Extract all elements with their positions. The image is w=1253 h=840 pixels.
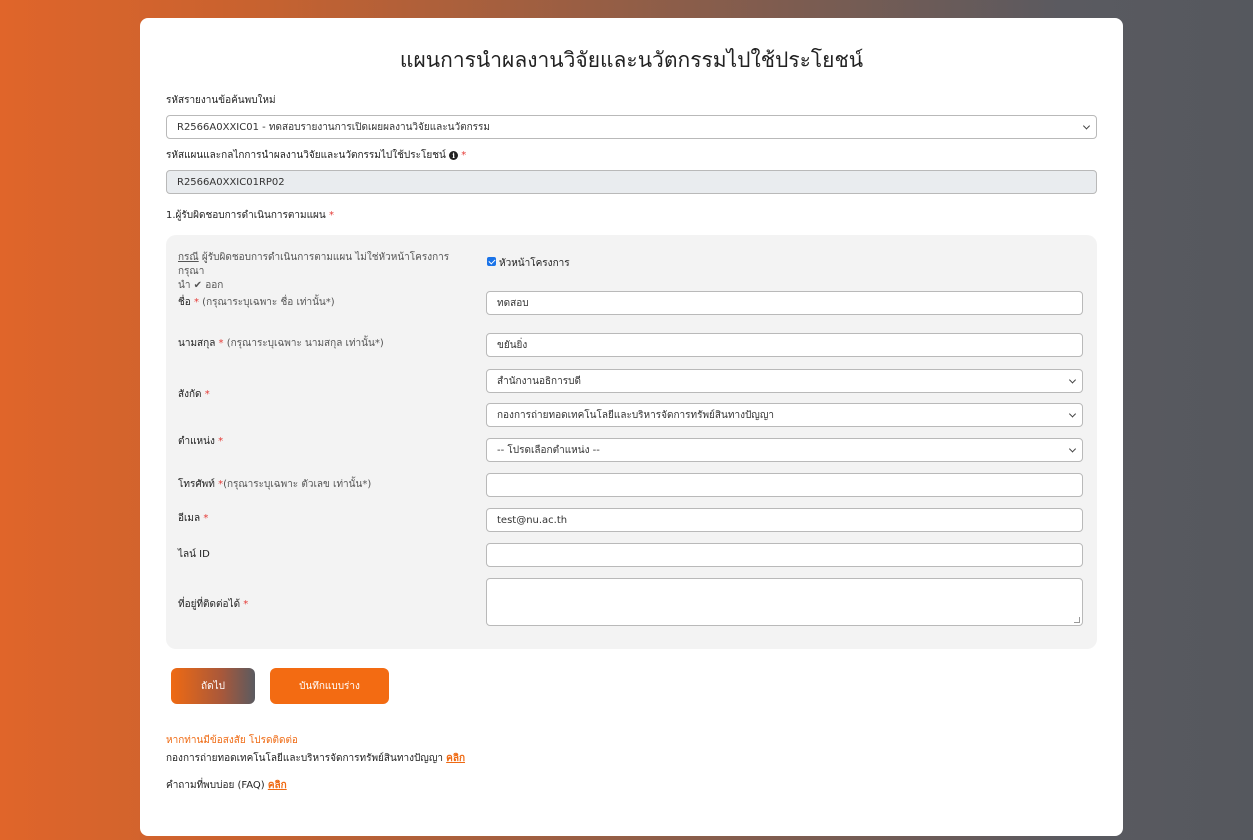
report-code-value: R2566A0XXIC01 - ทดสอบรายงานการเปิดเผยผลง… [177, 121, 491, 133]
chevron-down-icon [1082, 122, 1091, 130]
plan-code-field: R2566A0XXIC01RP02 [166, 170, 1097, 194]
contact-heading: หากท่านมีข้อสงสัย โปรดติดต่อ [166, 735, 298, 746]
required-mark: * [328, 210, 334, 221]
chevron-down-icon [1068, 376, 1077, 384]
last-name-label: นามสกุล * (กรุณาระบุเฉพาะ นามสกุล เท่านั… [178, 338, 384, 349]
report-code-label: รหัสรายงานข้อค้นพบใหม่ [166, 95, 276, 106]
first-name-label: ชื่อ * (กรุณาระบุเฉพาะ ชื่อ เท่านั้น*) [178, 297, 335, 308]
check-icon: ✔ [193, 280, 203, 291]
line-id-input[interactable] [486, 543, 1083, 567]
affiliation-select-2[interactable]: กองการถ่ายทอดเทคโนโลยีและบริหารจัดการทรั… [486, 403, 1083, 427]
head-checkbox-label: หัวหน้าโครงการ [499, 258, 570, 269]
affiliation-select-1[interactable]: สำนักงานอธิการบดี [486, 369, 1083, 393]
plan-code-value: R2566A0XXIC01RP02 [177, 176, 285, 188]
section1-label: 1.ผู้รับผิดชอบการดำเนินการตามแผน * [166, 210, 334, 221]
contact-office: กองการถ่ายทอดเทคโนโลยีและบริหารจัดการทรั… [166, 753, 466, 764]
office-link[interactable]: คลิก [446, 753, 465, 764]
chevron-down-icon [1068, 445, 1077, 453]
resize-handle-icon[interactable] [1074, 617, 1080, 623]
responsible-person-panel: กรณี ผู้รับผิดชอบการดำเนินการตามแผน ไม่ใ… [166, 235, 1097, 649]
email-label: อีเมล * [178, 513, 209, 524]
first-name-input[interactable]: ทดสอบ [486, 291, 1083, 315]
save-draft-button[interactable]: บันทึกแบบร่าง [270, 668, 389, 704]
phone-input[interactable] [486, 473, 1083, 497]
address-textarea[interactable] [486, 578, 1083, 626]
address-label: ที่อยู่ที่ติดต่อได้ * [178, 599, 249, 610]
faq-link[interactable]: คลิก [268, 780, 287, 791]
contact-faq: คำถามที่พบบ่อย (FAQ) คลิก [166, 780, 287, 791]
last-name-input[interactable]: ขยันยิ่ง [486, 333, 1083, 357]
required-mark: * [461, 150, 467, 161]
page-title: แผนการนำผลงานวิจัยและนวัตกรรมไปใช้ประโยช… [399, 48, 864, 72]
form-card: แผนการนำผลงานวิจัยและนวัตกรรมไปใช้ประโยช… [140, 18, 1123, 836]
email-input[interactable]: test@nu.ac.th [486, 508, 1083, 532]
position-select[interactable]: -- โปรดเลือกตำแหน่ง -- [486, 438, 1083, 462]
chevron-down-icon [1068, 410, 1077, 418]
plan-code-label: รหัสแผนและกลไกการนำผลงานวิจัยและนวัตกรรม… [166, 150, 467, 161]
position-label: ตำแหน่ง * [178, 436, 224, 447]
affiliation-label: สังกัด * [178, 389, 210, 400]
info-icon[interactable]: i [449, 150, 459, 160]
report-code-select[interactable]: R2566A0XXIC01 - ทดสอบรายงานการเปิดเผยผลง… [166, 115, 1097, 139]
case-note-prefix: กรณี [178, 252, 199, 263]
phone-label: โทรศัพท์ *(กรุณาระบุเฉพาะ ตัวเลข เท่านั้… [178, 479, 372, 490]
case-note: กรณี ผู้รับผิดชอบการดำเนินการตามแผน ไม่ใ… [178, 252, 450, 291]
head-checkbox[interactable] [487, 257, 496, 266]
next-button[interactable]: ถัดไป [171, 668, 255, 704]
line-id-label: ไลน์ ID [178, 549, 210, 560]
